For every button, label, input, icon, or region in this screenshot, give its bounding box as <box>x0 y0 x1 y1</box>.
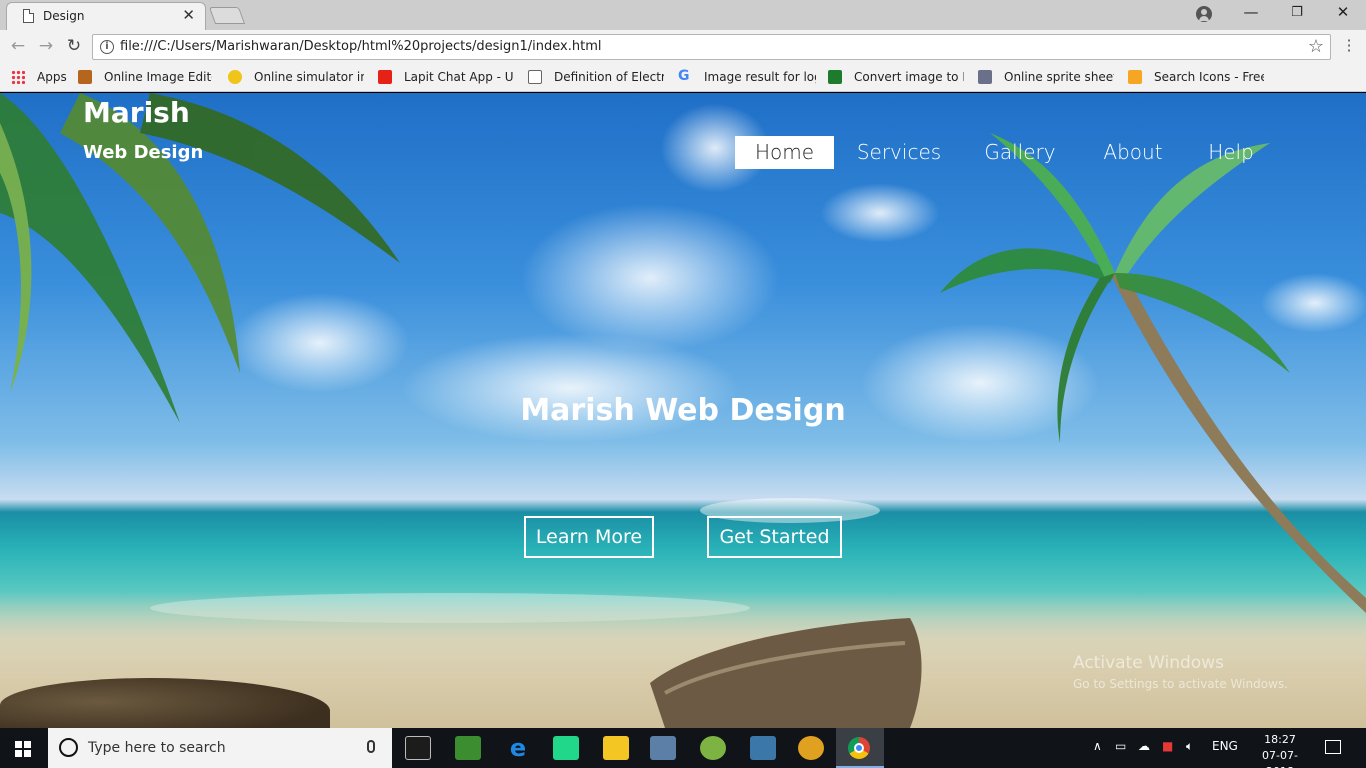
battery-icon[interactable]: ▭ <box>1115 739 1126 753</box>
bookmark-convert-image[interactable]: Convert image to PN <box>854 70 964 84</box>
browser-tab-strip: Design ✕ — ❐ ✕ <box>0 0 1366 30</box>
bookmarks-bar: Apps Online Image Editor Online simulato… <box>0 64 1366 92</box>
tab-title: Design <box>43 9 85 23</box>
nav-home[interactable]: Home <box>735 136 834 169</box>
virtualbox-icon[interactable] <box>650 736 676 760</box>
learn-more-button[interactable]: Learn More <box>524 516 654 558</box>
page-icon <box>23 9 34 23</box>
close-tab-icon[interactable]: ✕ <box>182 6 195 24</box>
forward-icon[interactable]: → <box>34 36 58 56</box>
bookmark-search-icons[interactable]: Search Icons - Free D <box>1154 70 1264 84</box>
simulator-icon <box>228 70 242 84</box>
pycharm-icon[interactable] <box>553 736 579 760</box>
language-indicator[interactable]: ENG <box>1212 739 1238 753</box>
restore-icon[interactable]: ❐ <box>1274 5 1320 20</box>
bookmark-star-icon[interactable]: ☆ <box>1308 36 1324 57</box>
address-bar[interactable]: i file:///C:/Users/Marishwaran/Desktop/h… <box>92 34 1331 60</box>
onedrive-icon[interactable]: ☁ <box>1138 739 1150 753</box>
system-clock[interactable]: 18:27 07-07-2018 <box>1253 732 1307 768</box>
nav-about[interactable]: About <box>1095 136 1171 169</box>
nav-gallery[interactable]: Gallery <box>975 136 1065 169</box>
activate-windows-hint: Go to Settings to activate Windows. <box>1073 677 1288 691</box>
nav-help[interactable]: Help <box>1200 136 1262 169</box>
icons-search-icon <box>1128 70 1142 84</box>
bookmark-apps[interactable]: Apps <box>37 70 67 84</box>
notepad-plus-icon[interactable] <box>455 736 481 760</box>
new-tab-button[interactable] <box>208 7 246 24</box>
bookmark-image-editor[interactable]: Online Image Editor <box>104 70 212 84</box>
search-placeholder: Type here to search <box>88 740 226 756</box>
bookmark-lapit-chat[interactable]: Lapit Chat App - Use <box>404 70 514 84</box>
windows-taskbar: Type here to search e ∧ ▭ ☁ ■ 🔈︎ ENG 18:… <box>0 728 1366 768</box>
file-explorer-icon[interactable] <box>603 736 629 760</box>
menu-dots-icon[interactable]: · · · <box>1341 33 1357 59</box>
browser-toolbar: ← → ↻ i file:///C:/Users/Marishwaran/Des… <box>0 30 1366 64</box>
edge-browser-icon[interactable]: e <box>505 736 531 760</box>
bookmark-sprite-sheet[interactable]: Online sprite sheet c <box>1004 70 1114 84</box>
cortana-icon <box>59 738 78 757</box>
image-editor-icon <box>78 70 92 84</box>
reload-icon[interactable]: ↻ <box>62 36 86 56</box>
gift-icon[interactable]: ■ <box>1162 739 1173 753</box>
volume-icon[interactable]: 🔈︎ <box>1186 739 1193 754</box>
info-icon[interactable]: i <box>100 40 114 54</box>
google-icon: G <box>678 68 690 84</box>
nav-services[interactable]: Services <box>852 136 946 169</box>
clock-date: 07-07-2018 <box>1262 749 1298 768</box>
url-text[interactable]: file:///C:/Users/Marishwaran/Desktop/htm… <box>120 39 601 54</box>
page-icon <box>528 70 542 84</box>
convert-icon <box>828 70 842 84</box>
brand-subtitle[interactable]: Web Design <box>83 142 203 163</box>
cmd-app-icon[interactable] <box>405 736 431 760</box>
show-hidden-icons[interactable]: ∧ <box>1093 739 1102 753</box>
profile-icon[interactable] <box>1196 6 1212 22</box>
chrome-icon-center <box>854 743 864 753</box>
python-icon[interactable] <box>750 736 776 760</box>
chrome-taskbar-button[interactable] <box>836 728 884 768</box>
youtube-icon <box>378 70 392 84</box>
back-icon[interactable]: ← <box>6 36 30 56</box>
paint-icon[interactable] <box>798 736 824 760</box>
clock-time: 18:27 <box>1264 733 1296 746</box>
brand-title[interactable]: Marish <box>83 96 190 129</box>
windows-start-icon[interactable] <box>15 741 31 757</box>
get-started-button[interactable]: Get Started <box>707 516 842 558</box>
browser-tab[interactable]: Design ✕ <box>6 2 206 30</box>
microphone-icon[interactable] <box>367 740 375 753</box>
notification-icon[interactable] <box>1325 740 1341 754</box>
hero-title: Marish Web Design <box>520 393 846 428</box>
bookmark-simulator[interactable]: Online simulator in L <box>254 70 364 84</box>
close-window-icon[interactable]: ✕ <box>1320 3 1366 21</box>
bookmark-definition[interactable]: Definition of Electric <box>554 70 664 84</box>
bookmark-image-result[interactable]: Image result for logi <box>704 70 816 84</box>
sprite-icon <box>978 70 992 84</box>
activate-windows-watermark: Activate Windows <box>1073 653 1224 673</box>
minimize-icon[interactable]: — <box>1228 3 1274 21</box>
web-page: Marish Web Design Home Services Gallery … <box>0 93 1366 728</box>
android-studio-icon[interactable] <box>700 736 726 760</box>
apps-grid-icon[interactable] <box>11 70 25 84</box>
taskbar-search-box[interactable]: Type here to search <box>48 728 392 768</box>
